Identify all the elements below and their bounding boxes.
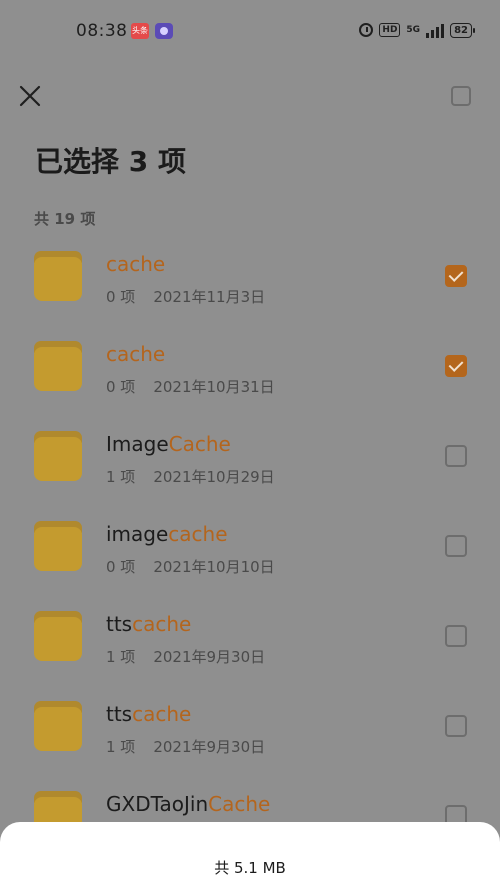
folder-meta: 1 项 2021年9月30日 [106,646,265,667]
folder-list-item[interactable]: ImageCache 1 项 2021年10月29日 [0,410,500,500]
folder-name: cache [106,342,165,366]
network-type: 5G [406,25,421,35]
item-checkbox[interactable] [445,715,467,737]
folder-name-match: Cache [168,432,231,456]
folder-name-prefix: GXDTaoJin [106,792,209,816]
folder-item-count: 1 项 [106,648,136,666]
item-checkbox[interactable] [445,535,467,557]
folder-date: 2021年9月30日 [153,738,266,756]
folder-meta: 1 项 2021年10月29日 [106,466,275,487]
folder-icon [34,431,82,481]
battery-icon: 82 [450,22,475,38]
folder-item-count: 1 项 [106,738,136,756]
folder-name: imagecache [106,522,228,546]
folder-item-count: 0 项 [106,378,136,396]
folder-meta: 1 项 2021年9月30日 [106,736,265,757]
select-all-checkbox[interactable] [451,86,471,106]
folder-name-match: cache [106,342,166,366]
status-time: 08:38 [76,21,128,41]
app-notification-icon [155,23,173,39]
folder-name-match: cache [106,252,166,276]
item-count-label: 共 19 项 [34,210,96,228]
folder-name-prefix: Image [106,432,169,456]
hd-icon: HD [379,23,401,37]
folder-list-item[interactable]: cache 0 项 2021年10月31日 [0,320,500,410]
item-checkbox[interactable] [445,355,467,377]
close-icon[interactable] [18,84,42,108]
folder-name: cache [106,252,165,276]
file-list: cache 0 项 2021年11月3日 cache 0 项 2021年10月31日 Ima… [0,230,500,860]
folder-meta: 0 项 2021年11月3日 [106,286,265,307]
folder-name-prefix: tts [106,612,133,636]
item-checkbox[interactable] [445,445,467,467]
folder-date: 2021年9月30日 [153,648,266,666]
alarm-icon [359,23,374,37]
folder-date: 2021年10月31日 [153,378,275,396]
folder-icon [34,341,82,391]
folder-meta: 0 项 2021年10月10日 [106,556,275,577]
folder-list-item[interactable]: ttscache 1 项 2021年9月30日 [0,590,500,680]
folder-date: 2021年10月10日 [153,558,275,576]
folder-icon [34,521,82,571]
folder-list-item[interactable]: ttscache 1 项 2021年9月30日 [0,680,500,770]
news-app-icon: 头条 [131,23,149,39]
folder-name: ttscache [106,612,191,636]
total-size-label: 共 5.1 MB [214,859,286,877]
folder-name-prefix: image [106,522,169,546]
folder-icon [34,251,82,301]
folder-name: ttscache [106,702,191,726]
folder-item-count: 0 项 [106,558,136,576]
folder-icon [34,701,82,751]
status-indicators: HD 5G 82 [359,20,475,40]
page-title: 已选择 3 项 [35,145,186,178]
folder-list-item[interactable]: imagecache 0 项 2021年10月10日 [0,500,500,590]
folder-item-count: 1 项 [106,468,136,486]
folder-name: GXDTaoJinCache [106,792,270,816]
folder-meta: 0 项 2021年10月31日 [106,376,275,397]
folder-name-match: cache [168,522,228,546]
item-checkbox[interactable] [445,265,467,287]
selection-summary-sheet: 共 5.1 MB [0,822,500,888]
folder-list-item[interactable]: cache 0 项 2021年11月3日 [0,230,500,320]
signal-icon [426,22,445,38]
folder-name: ImageCache [106,432,231,456]
folder-name-match: Cache [208,792,271,816]
folder-name-match: cache [132,702,192,726]
folder-date: 2021年11月3日 [153,288,266,306]
status-bar: 08:38 头条 HD 5G 82 [0,0,500,62]
folder-name-match: cache [132,612,192,636]
folder-date: 2021年10月29日 [153,468,275,486]
folder-name-prefix: tts [106,702,133,726]
item-checkbox[interactable] [445,625,467,647]
folder-item-count: 0 项 [106,288,136,306]
folder-icon [34,611,82,661]
